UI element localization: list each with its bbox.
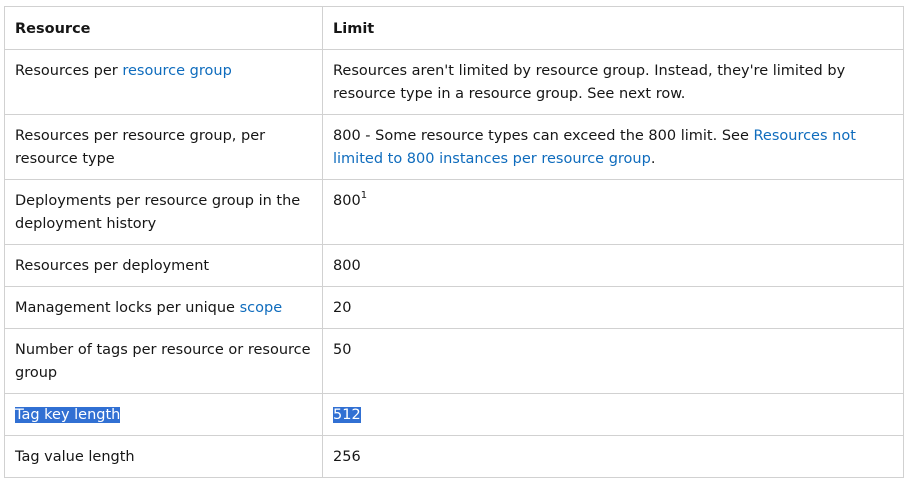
table-row-selected: Tag key length 512 — [4, 393, 904, 436]
resource-group-link[interactable]: resource group — [122, 63, 231, 79]
scope-link[interactable]: scope — [240, 300, 283, 316]
limit-cell: 50 — [322, 328, 904, 394]
header-resource: Resource — [4, 6, 323, 50]
table-header-row: Resource Limit — [4, 6, 904, 50]
footnote-marker[interactable]: 1 — [361, 190, 367, 201]
resource-cell: Tag value length — [4, 435, 323, 478]
resource-cell: Deployments per resource group in the de… — [4, 179, 323, 245]
selected-text: Tag key length — [15, 407, 121, 423]
table-row: Number of tags per resource or resource … — [4, 328, 904, 394]
limits-table-container: Resource Limit Resources per resource gr… — [4, 6, 904, 478]
limit-cell: 800 — [322, 244, 904, 287]
resource-limits-table: Resource Limit Resources per resource gr… — [4, 6, 904, 478]
limit-suffix: . — [650, 151, 656, 167]
table-row: Resources per resource group, per resour… — [4, 114, 904, 180]
resource-cell: Tag key length — [4, 393, 323, 436]
header-limit: Limit — [322, 6, 904, 50]
limit-cell: 512 — [322, 393, 904, 436]
limit-cell: 800 - Some resource types can exceed the… — [322, 114, 904, 180]
limit-cell: 256 — [322, 435, 904, 478]
limit-text: 800 - Some resource types can exceed the… — [333, 128, 754, 144]
table-row: Resources per deployment 800 — [4, 244, 904, 287]
limit-cell: Resources aren't limited by resource gro… — [322, 49, 904, 115]
table-row: Resources per resource group Resources a… — [4, 49, 904, 115]
table-row: Deployments per resource group in the de… — [4, 179, 904, 245]
resource-cell: Resources per resource group, per resour… — [4, 114, 323, 180]
table-row: Tag value length 256 — [4, 435, 904, 478]
selected-text: 512 — [333, 407, 361, 423]
resource-cell: Number of tags per resource or resource … — [4, 328, 323, 394]
resource-cell: Management locks per unique scope — [4, 286, 323, 329]
resource-cell: Resources per resource group — [4, 49, 323, 115]
limit-text: 800 — [333, 193, 361, 209]
table-row: Management locks per unique scope 20 — [4, 286, 904, 329]
resource-text: Resources per — [15, 63, 123, 79]
limit-cell: 8001 — [322, 179, 904, 245]
resource-text: Management locks per unique — [15, 300, 240, 316]
resource-cell: Resources per deployment — [4, 244, 323, 287]
limit-cell: 20 — [322, 286, 904, 329]
